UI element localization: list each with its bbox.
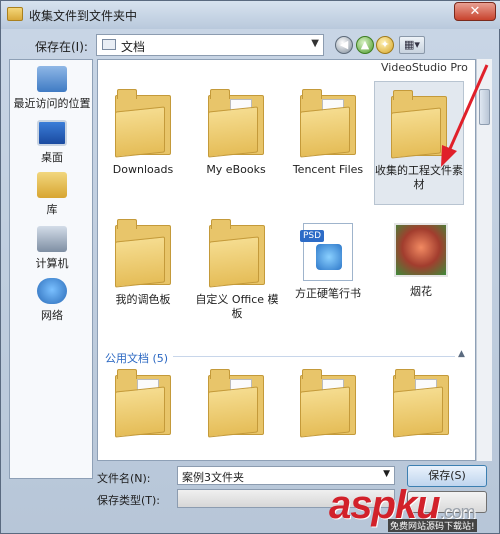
section-divider [173,356,455,357]
place-label: 计算机 [35,257,69,270]
folder-item[interactable]: Tencent Files [286,81,370,177]
folder-icon [115,87,171,158]
title-bar: 收集文件到文件夹中 ✕ [1,1,500,29]
back-arrow-icon: ◀ [339,38,349,51]
folder-item[interactable] [101,361,185,443]
item-label: 我的调色板 [115,293,171,306]
lookin-value: 文档 [121,40,146,54]
back-button[interactable]: ◀ [335,36,353,54]
folder-icon [208,87,264,158]
filetype-label: 保存类型(T): [97,494,161,507]
view-menu-icon: ▦▾ [404,38,420,51]
places-bar: 最近访问的位置 桌面 库 计算机 网络 [9,59,93,479]
place-library[interactable]: 库 [10,172,94,217]
window-title: 收集文件到文件夹中 [29,9,138,23]
folder-item[interactable]: 自定义 Office 模板 [191,211,283,321]
image-thumbnail-icon [394,223,448,277]
new-folder-button[interactable]: ✦ [376,36,394,54]
up-arrow-icon: ▲ [360,38,370,51]
folder-item[interactable]: Downloads [101,81,185,177]
folder-icon [391,88,447,159]
filename-label: 文件名(N): [97,472,151,485]
item-label: Tencent Files [292,163,364,176]
folder-item[interactable]: 我的调色板 [101,211,185,307]
save-dialog: 收集文件到文件夹中 ✕ 保存在(I): 文档 ▼ ◀ ▲ ✦ ▦▾ 最近访问的位… [0,0,500,534]
watermark-subtitle: 免费网站源码下载站! [388,519,477,532]
collapse-chevron-icon[interactable]: ▲ [458,349,465,359]
chevron-down-icon: ▼ [311,38,319,49]
folder-icon [300,367,356,438]
folder-item[interactable] [194,361,278,443]
place-label: 最近访问的位置 [13,97,91,110]
folder-icon [208,367,264,438]
folder-item-selected[interactable]: 收集的工程文件素材 [374,81,464,205]
place-computer[interactable]: 计算机 [10,226,94,271]
file-item[interactable]: PSD 方正硬笔行书 [286,213,370,301]
folder-item[interactable]: My eBooks [194,81,278,177]
chevron-down-icon: ▼ [383,469,390,479]
group-header: VideoStudio Pro [381,61,468,74]
folder-item[interactable] [286,361,370,443]
documents-icon [102,39,116,50]
lookin-combobox[interactable]: 文档 ▼ [96,34,324,56]
psd-badge: PSD [300,230,325,242]
item-label: 自定义 Office 模板 [195,293,279,320]
place-desktop[interactable]: 桌面 [10,120,94,165]
close-button[interactable]: ✕ [454,2,496,21]
item-label: 方正硬笔行书 [295,287,361,300]
folder-icon [300,87,356,158]
folder-icon [115,217,171,288]
computer-icon [37,226,67,252]
folder-icon [393,367,449,438]
filename-value: 案例3文件夹 [182,471,244,484]
network-icon [37,278,67,304]
library-icon [37,172,67,198]
recent-places-icon [37,66,67,92]
item-label: Downloads [112,163,174,176]
item-label: 烟花 [410,285,432,298]
folder-item[interactable] [379,361,463,443]
place-recent[interactable]: 最近访问的位置 [10,66,94,111]
place-network[interactable]: 网络 [10,278,94,323]
item-label: 收集的工程文件素材 [375,164,463,191]
place-label: 库 [46,203,58,216]
file-item[interactable]: 烟花 [379,213,463,299]
new-folder-icon: ✦ [380,38,390,51]
place-label: 网络 [41,309,63,322]
up-folder-button[interactable]: ▲ [356,36,374,54]
vertical-scrollbar[interactable] [476,59,492,461]
lookin-label: 保存在(I): [35,40,88,54]
item-label: My eBooks [206,163,266,176]
scrollbar-thumb[interactable] [479,89,490,125]
view-menu-button[interactable]: ▦▾ [399,36,425,54]
place-label: 桌面 [41,151,63,164]
folder-icon [115,367,171,438]
folder-icon [209,217,265,288]
desktop-icon [37,120,67,146]
folder-app-icon [7,7,23,21]
psd-file-icon: PSD [300,223,353,281]
